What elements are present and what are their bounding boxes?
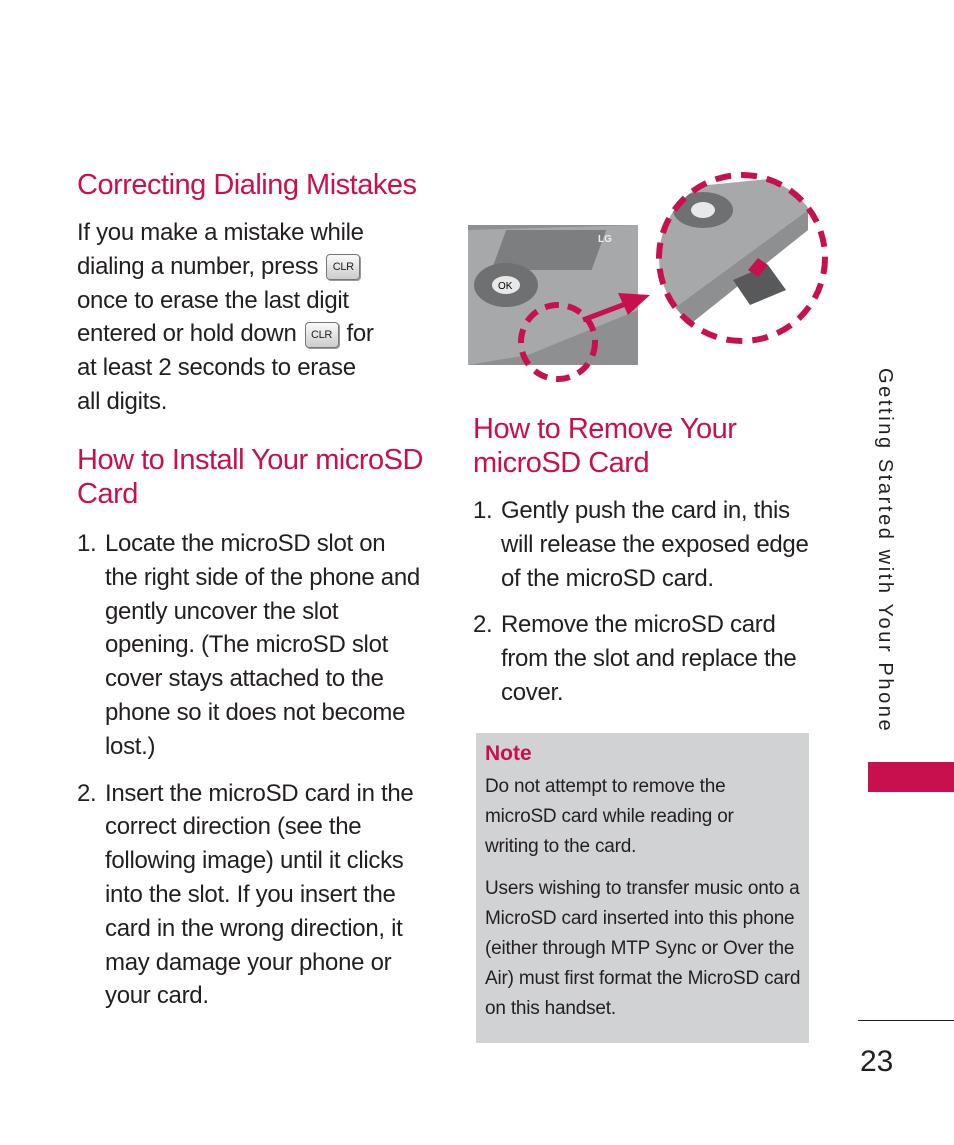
correcting-paragraph: If you make a mistake while dialing a nu… (77, 219, 374, 415)
manual-page: Correcting Dialing Mistakes If you make … (0, 0, 954, 1145)
chapter-tab-marker (868, 762, 954, 792)
brand-label: LG (598, 234, 612, 245)
list-item: 2. Remove the microSD card from the slot … (473, 611, 797, 706)
install-steps: 1. Locate the microSD slot on the right s… (77, 527, 422, 1026)
note-box: Note Do not attempt to remove the microS… (476, 733, 809, 1043)
heading-correcting-dialing: Correcting Dialing Mistakes (77, 169, 417, 201)
ok-label: OK (498, 281, 513, 292)
microsd-insertion-illustration: OK LG (468, 172, 828, 382)
clr-key-icon: CLR (304, 322, 339, 349)
list-item: 1. Gently push the card in, this will rel… (473, 497, 809, 592)
list-item: 1. Locate the microSD slot on the right s… (77, 530, 420, 760)
list-item: 2. Insert the microSD card in the correct… (77, 779, 414, 1010)
remove-steps: 1. Gently push the card in, this will rel… (473, 494, 813, 723)
chapter-label: Getting Started with Your Phone (874, 368, 896, 734)
heading-remove-microsd: How to Remove Your microSD Card (473, 413, 737, 479)
note-paragraph: Users wishing to transfer music onto a M… (485, 878, 801, 1019)
divider (858, 1020, 954, 1021)
heading-install-microsd: How to Install Your microSD Card (77, 444, 423, 510)
clr-key-icon: CLR (326, 254, 361, 281)
page-number: 23 (860, 1045, 894, 1078)
note-title: Note (485, 742, 532, 765)
note-paragraph: Do not attempt to remove the microSD car… (485, 776, 734, 857)
